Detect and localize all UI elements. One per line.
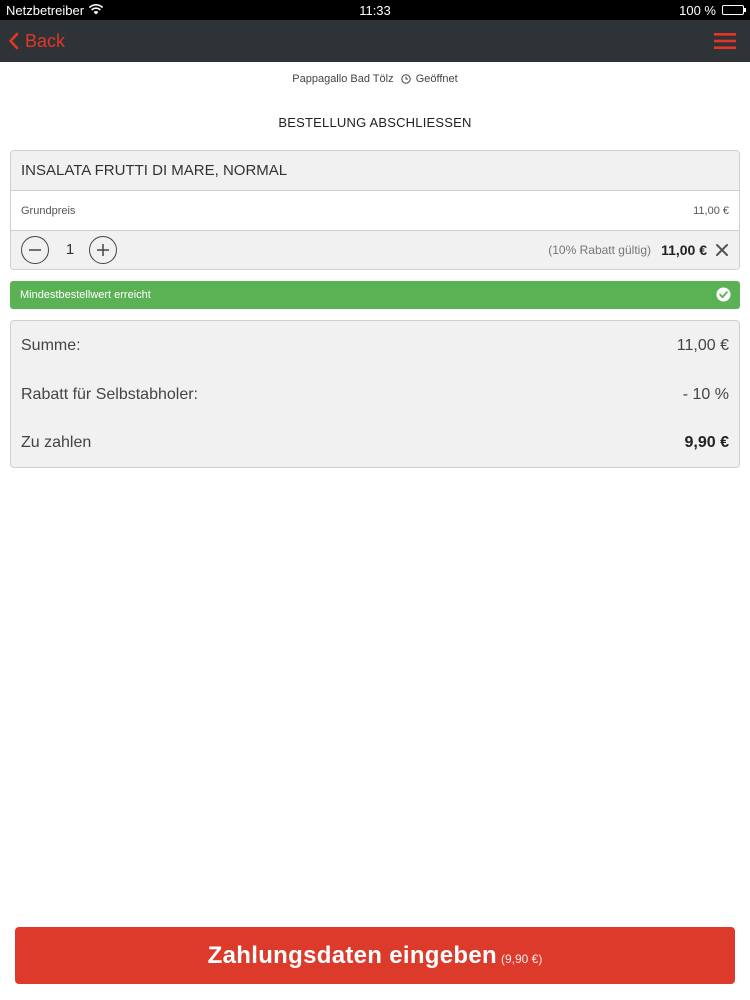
back-button[interactable]: Back	[8, 28, 65, 54]
sum-value: 11,00 €	[676, 337, 729, 354]
decrease-quantity-button[interactable]	[21, 236, 49, 264]
page-title: BESTELLUNG ABSCHLIESSEN	[278, 115, 472, 130]
status-bar: Netzbetreiber 11:33 100 %	[0, 0, 750, 20]
navigation-bar: Back	[0, 20, 750, 62]
discount-note: (10% Rabatt gültig)	[548, 243, 651, 257]
minus-icon	[29, 249, 41, 251]
increase-quantity-button[interactable]	[89, 236, 117, 264]
hamburger-menu-icon[interactable]	[714, 32, 736, 50]
line-total: 11,00 €	[661, 242, 707, 258]
item-name: INSALATA FRUTTI DI MARE, NORMAL	[11, 151, 739, 191]
base-price-value: 11,00 €	[693, 205, 729, 217]
min-order-banner: Mindestbestellwert erreicht	[10, 281, 740, 309]
pay-button-amount: (9,90 €)	[500, 952, 543, 966]
discount-value: - 10 %	[682, 386, 729, 403]
shop-name: Pappagallo Bad Tölz	[292, 73, 394, 85]
chevron-left-icon	[9, 32, 19, 50]
quantity-row: 1 (10% Rabatt gültig) 11,00 €	[11, 231, 739, 269]
min-order-text: Mindestbestellwert erreicht	[20, 289, 151, 301]
cart-item-card: INSALATA FRUTTI DI MARE, NORMAL Grundpre…	[10, 150, 740, 270]
enter-payment-button[interactable]: Zahlungsdaten eingeben (9,90 €)	[15, 927, 735, 984]
total-value: 9,90 €	[684, 434, 729, 451]
check-circle-icon	[716, 287, 731, 302]
summary-row-sum: Summe: 11,00 €	[11, 337, 739, 361]
summary-row-total: Zu zahlen 9,90 €	[11, 434, 739, 458]
remove-item-icon[interactable]	[715, 243, 729, 257]
status-time: 11:33	[359, 3, 391, 18]
order-summary: Summe: 11,00 € Rabatt für Selbstabholer:…	[10, 320, 740, 468]
base-price-row: Grundpreis 11,00 €	[11, 191, 739, 231]
summary-row-discount: Rabatt für Selbstabholer: - 10 %	[11, 386, 739, 410]
battery-percentage: 100 %	[679, 3, 716, 18]
shop-status: Geöffnet	[415, 73, 458, 85]
clock-icon	[400, 74, 411, 84]
plus-icon	[97, 244, 109, 256]
base-price-label: Grundpreis	[21, 205, 76, 217]
discount-label: Rabatt für Selbstabholer:	[21, 386, 198, 403]
sum-label: Summe:	[21, 337, 81, 354]
back-label: Back	[25, 30, 66, 51]
pay-button-label: Zahlungsdaten eingeben	[207, 942, 497, 969]
shop-info: Pappagallo Bad Tölz Geöffnet	[0, 73, 750, 85]
quantity-value: 1	[65, 241, 75, 258]
total-label: Zu zahlen	[21, 434, 92, 451]
battery-icon	[722, 5, 746, 15]
